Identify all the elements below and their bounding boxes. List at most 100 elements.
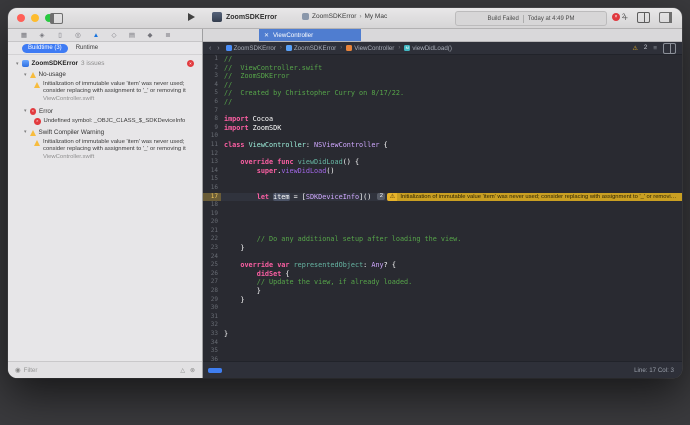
line-number[interactable]: 9	[203, 124, 221, 133]
code-line[interactable]: 33}	[203, 330, 682, 339]
code-line[interactable]: 10	[203, 132, 682, 141]
line-number[interactable]: 5	[203, 89, 221, 98]
code-editor[interactable]: 1//2// ViewController.swift 3// ZoomSDKEr…	[203, 55, 682, 361]
breakpoints-navigator-icon[interactable]: ◆	[141, 30, 159, 41]
line-number[interactable]: 1	[203, 55, 221, 64]
line-number[interactable]: 18	[203, 201, 221, 210]
code-line[interactable]: 4//	[203, 81, 682, 90]
destination-name[interactable]: My Mac	[364, 13, 387, 20]
line-number[interactable]: 21	[203, 227, 221, 236]
bookmarks-navigator-icon[interactable]: ▯	[51, 30, 69, 41]
code-line[interactable]: 35	[203, 347, 682, 356]
code-line[interactable]: 27 // Update the view, if already loaded…	[203, 278, 682, 287]
code-line[interactable]: 5// Created by Christopher Curry on 8/17…	[203, 89, 682, 98]
code-line[interactable]: 26 didSet {	[203, 270, 682, 279]
code-line[interactable]: 7	[203, 107, 682, 116]
tab-runtime[interactable]: Runtime	[76, 45, 98, 51]
line-number[interactable]: 12	[203, 150, 221, 159]
line-number[interactable]: 25	[203, 261, 221, 270]
find-navigator-icon[interactable]: ◎	[69, 30, 87, 41]
disclosure-icon[interactable]: ▾	[24, 108, 27, 114]
line-number[interactable]: 20	[203, 218, 221, 227]
minimize-button[interactable]	[31, 14, 39, 22]
code-line[interactable]: 32	[203, 321, 682, 330]
line-number[interactable]: 22	[203, 235, 221, 244]
line-number[interactable]: 30	[203, 304, 221, 313]
code-line[interactable]: 30	[203, 304, 682, 313]
line-number[interactable]: 33	[203, 330, 221, 339]
scheme-selector[interactable]: ZoomSDKError › My Mac	[302, 13, 387, 20]
code-line[interactable]: 19	[203, 210, 682, 219]
breadcrumb-item[interactable]: MviewDidLoad()	[404, 45, 452, 52]
code-line[interactable]: 9 import ZoomSDK	[203, 124, 682, 133]
code-line[interactable]: 22 // Do any additional setup after load…	[203, 235, 682, 244]
code-line[interactable]: 8 import Cocoa	[203, 115, 682, 124]
line-number[interactable]: 8	[203, 115, 221, 124]
line-number[interactable]: 26	[203, 270, 221, 279]
inspector-toggle-button[interactable]	[659, 12, 672, 23]
add-editor-icon[interactable]	[663, 42, 676, 54]
code-line[interactable]: 1//	[203, 55, 682, 64]
code-line[interactable]: 20	[203, 218, 682, 227]
line-number[interactable]: 6	[203, 98, 221, 107]
issue-count-badge[interactable]: 2	[377, 193, 386, 201]
code-line[interactable]: 29 }	[203, 296, 682, 305]
line-number[interactable]: 23	[203, 244, 221, 253]
code-line[interactable]: 25 override var representedObject: Any? …	[203, 261, 682, 270]
code-line[interactable]: 17 let item = [SDKDeviceInfo]() 2 ⚠ Initial…	[203, 192, 682, 202]
breadcrumb-item[interactable]: ZoomSDKError	[285, 45, 336, 52]
line-number[interactable]: 3	[203, 72, 221, 81]
issue-root-row[interactable]: ▾ ZoomSDKError 3 issues ×	[8, 58, 202, 69]
line-number[interactable]: 7	[203, 107, 221, 116]
line-number[interactable]: 29	[203, 296, 221, 305]
code-line[interactable]: 13 override func viewDidLoad() {	[203, 158, 682, 167]
line-number[interactable]: 14	[203, 167, 221, 176]
code-line[interactable]: 6//	[203, 98, 682, 107]
code-line[interactable]: 24	[203, 253, 682, 262]
code-line[interactable]: 34	[203, 339, 682, 348]
breadcrumb-item[interactable]: ViewController	[346, 45, 394, 52]
line-number[interactable]: 13	[203, 158, 221, 167]
code-line[interactable]: 12	[203, 150, 682, 159]
line-number[interactable]: 15	[203, 175, 221, 184]
tests-navigator-icon[interactable]: ◇	[105, 30, 123, 41]
issue-item[interactable]: Initialization of immutable value 'item'…	[8, 80, 202, 106]
code-line[interactable]: 18	[203, 201, 682, 210]
code-line[interactable]: 23 }	[203, 244, 682, 253]
run-button[interactable]	[188, 13, 195, 21]
code-line[interactable]: 15	[203, 175, 682, 184]
history-back-forward[interactable]: ‹ ›	[209, 45, 222, 52]
filter-field[interactable]: Filter	[24, 367, 38, 374]
code-line[interactable]: 21	[203, 227, 682, 236]
disclosure-icon[interactable]: ▾	[24, 72, 27, 78]
errors-filter-toggle[interactable]: ⊗	[190, 367, 195, 374]
issues-navigator-icon[interactable]: ▲	[87, 30, 105, 41]
code-line[interactable]: 28 }	[203, 287, 682, 296]
source-control-navigator-icon[interactable]: ◈	[33, 30, 51, 41]
issue-item[interactable]: × Undefined symbol: _OBJC_CLASS_$_SDKDevi…	[8, 117, 202, 127]
line-number[interactable]: 32	[203, 321, 221, 330]
line-number[interactable]: 28	[203, 287, 221, 296]
issue-group[interactable]: ▾ No-usage	[8, 69, 202, 80]
disclosure-icon[interactable]: ▾	[24, 129, 27, 135]
tab-buildtime[interactable]: Buildtime (3)	[22, 43, 68, 53]
navigator-toggle-button[interactable]	[50, 13, 63, 24]
line-number[interactable]: 11	[203, 141, 221, 150]
code-line[interactable]: 16	[203, 184, 682, 193]
debug-navigator-icon[interactable]: ▤	[123, 30, 141, 41]
activity-status[interactable]: Build Failed Today at 4:49 PM	[455, 11, 607, 26]
line-number[interactable]: 35	[203, 347, 221, 356]
code-line[interactable]: 31	[203, 313, 682, 322]
warnings-filter-toggle[interactable]: △	[180, 367, 185, 374]
library-button[interactable]: +	[623, 13, 628, 23]
line-number[interactable]: 2	[203, 64, 221, 73]
line-number[interactable]: 16	[203, 184, 221, 193]
line-number[interactable]: 10	[203, 132, 221, 141]
line-number[interactable]: 27	[203, 278, 221, 287]
file-warning-icon[interactable]: ⚠	[632, 45, 637, 52]
inline-warning-annotation[interactable]: 2 ⚠ Initialization of immutable value 'ite…	[377, 192, 682, 202]
code-line[interactable]: 2// ViewController.swift	[203, 64, 682, 73]
close-tab-icon[interactable]: ✕	[264, 32, 269, 39]
line-number[interactable]: 4	[203, 81, 221, 90]
issue-group[interactable]: ▾ × Error	[8, 106, 202, 117]
